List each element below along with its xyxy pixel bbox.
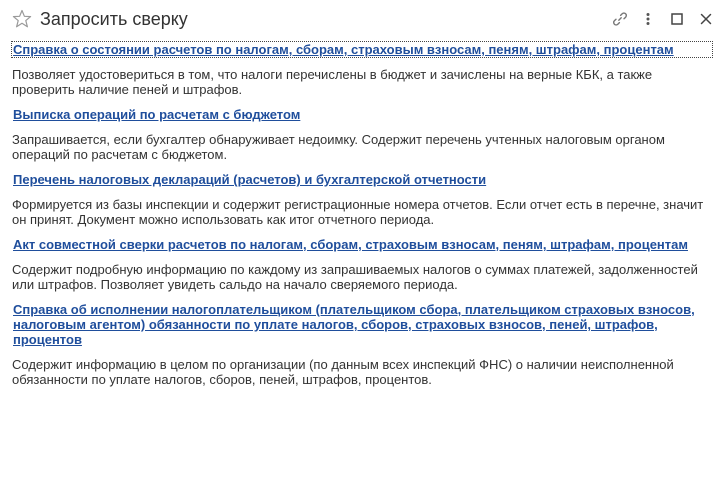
link-obligation-fulfillment-certificate[interactable]: Справка об исполнении налогоплательщиком… bbox=[12, 302, 712, 347]
link-joint-reconciliation-act[interactable]: Акт совместной сверки расчетов по налога… bbox=[12, 237, 712, 252]
link-tax-status-certificate[interactable]: Справка о состоянии расчетов по налогам,… bbox=[11, 41, 713, 58]
list-item: Справка об исполнении налогоплательщиком… bbox=[12, 302, 712, 387]
link-declarations-list[interactable]: Перечень налоговых деклараций (расчетов)… bbox=[12, 172, 712, 187]
maximize-icon[interactable] bbox=[668, 10, 686, 28]
list-item: Справка о состоянии расчетов по налогам,… bbox=[11, 41, 713, 97]
item-description: Запрашивается, если бухгалтер обнаружива… bbox=[12, 132, 665, 162]
more-icon[interactable] bbox=[639, 10, 657, 28]
list-item: Акт совместной сверки расчетов по налога… bbox=[12, 237, 712, 292]
link-budget-operations-statement[interactable]: Выписка операций по расчетам с бюджетом bbox=[12, 107, 712, 122]
item-description: Позволяет удостовериться в том, что нало… bbox=[12, 67, 653, 97]
list-item: Выписка операций по расчетам с бюджетом … bbox=[12, 107, 712, 162]
reconciliation-list: Справка о состоянии расчетов по налогам,… bbox=[11, 41, 713, 397]
item-description: Формируется из базы инспекции и содержит… bbox=[12, 197, 704, 227]
item-description: Содержит подробную информацию по каждому… bbox=[12, 262, 698, 292]
list-item: Перечень налоговых деклараций (расчетов)… bbox=[12, 172, 712, 227]
close-icon[interactable] bbox=[697, 10, 715, 28]
page-title: Запросить сверку bbox=[40, 9, 188, 29]
window-header: Запросить сверку bbox=[0, 0, 726, 38]
link-icon[interactable] bbox=[611, 10, 629, 28]
star-icon[interactable] bbox=[12, 9, 32, 29]
item-description: Содержит информацию в целом по организац… bbox=[12, 357, 674, 387]
